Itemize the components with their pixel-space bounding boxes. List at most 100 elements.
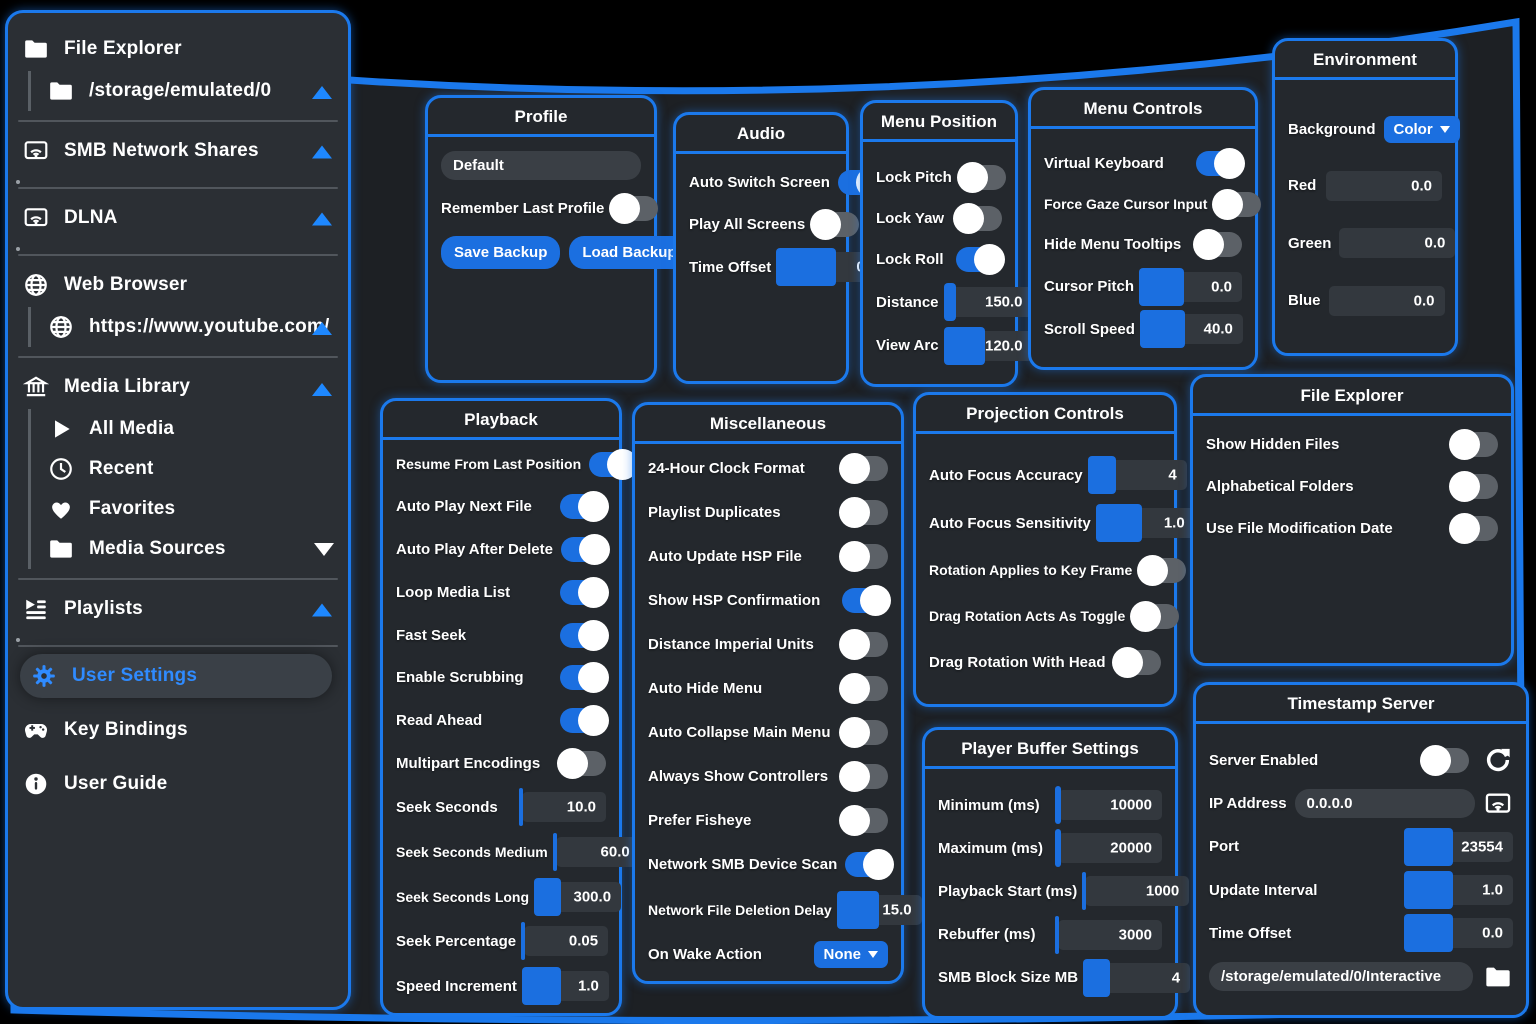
collapse-arrow-icon[interactable] — [312, 146, 332, 159]
rotation-applies-to-key-frame-toggle[interactable] — [1140, 558, 1186, 583]
setting-row: Distance150.0 — [876, 287, 1002, 317]
distance-imperial-units-toggle[interactable] — [842, 632, 888, 657]
sidebar-item-dlna[interactable]: DLNA — [20, 196, 336, 240]
collapse-arrow-icon[interactable] — [312, 383, 332, 396]
sidebar-item-user-settings[interactable]: User Settings — [20, 654, 332, 698]
network-file-deletion-delay-value-field[interactable]: 15.0 — [840, 895, 922, 925]
collapse-arrow-icon[interactable] — [314, 543, 334, 556]
seek-seconds-long-value-field[interactable]: 300.0 — [537, 882, 621, 912]
sidebar-item-favorites[interactable]: Favorites — [45, 489, 336, 529]
lock-roll-toggle[interactable] — [956, 247, 1002, 272]
distance-value-field[interactable]: 150.0 — [947, 287, 1033, 317]
show-hidden-files-toggle[interactable] — [1452, 432, 1498, 457]
sidebar-item-media-library[interactable]: Media Library — [20, 365, 336, 409]
auto-collapse-main-menu-toggle[interactable] — [842, 720, 888, 745]
drag-rotation-acts-as-toggle-toggle[interactable] — [1133, 604, 1179, 629]
panel-player-buffer-settings: Player Buffer SettingsMinimum (ms)10000M… — [922, 727, 1178, 1019]
view-arc-value-field[interactable]: 120.0 — [947, 331, 1033, 361]
sidebar-item-user-guide[interactable]: User Guide — [20, 762, 336, 806]
seek-seconds-value-field[interactable]: 10.0 — [522, 792, 606, 822]
sidebar-item-web-browser[interactable]: Web Browser — [20, 263, 336, 307]
resume-from-last-position-toggle[interactable] — [589, 452, 635, 477]
24-hour-clock-format-toggle[interactable] — [842, 456, 888, 481]
sidebar-item-key-bindings[interactable]: Key Bindings — [20, 708, 336, 752]
auto-hide-menu-toggle[interactable] — [842, 676, 888, 701]
sidebar-item-storage-emulated-0[interactable]: /storage/emulated/0 — [45, 71, 336, 111]
use-file-modification-date-toggle[interactable] — [1452, 516, 1498, 541]
sidebar-item-https-www-youtube-com[interactable]: https://www.youtube.com/ — [45, 307, 336, 347]
red-value-field[interactable]: 0.0 — [1326, 171, 1442, 201]
sidebar-item-smb-network-shares[interactable]: SMB Network Shares — [20, 129, 336, 173]
port-value-field[interactable]: 23554 — [1407, 832, 1513, 862]
sidebar-item-recent[interactable]: Recent — [45, 449, 336, 489]
setting-row: Server Enabled — [1209, 745, 1513, 775]
auto-update-hsp-file-toggle[interactable] — [842, 544, 888, 569]
network-smb-device-scan-toggle[interactable] — [845, 852, 891, 877]
speed-increment-value-field[interactable]: 1.0 — [525, 971, 609, 1001]
sidebar-item-media-sources[interactable]: Media Sources — [45, 529, 336, 569]
folder-icon[interactable] — [1483, 962, 1513, 992]
scroll-speed-value-field[interactable]: 40.0 — [1143, 314, 1243, 344]
value-text: 3000 — [1119, 926, 1152, 943]
maximum-ms-value-field[interactable]: 20000 — [1058, 833, 1162, 863]
refresh-icon[interactable] — [1483, 745, 1513, 775]
minimum-ms-value-field[interactable]: 10000 — [1058, 790, 1162, 820]
loop-media-list-toggle[interactable] — [560, 580, 606, 605]
drag-rotation-with-head-toggle[interactable] — [1115, 650, 1161, 675]
value-slider-fill — [1404, 914, 1453, 952]
read-ahead-toggle[interactable] — [560, 708, 606, 733]
server-enabled-toggle[interactable] — [1423, 748, 1469, 773]
collapse-arrow-icon[interactable] — [312, 86, 332, 99]
fast-seek-toggle[interactable] — [560, 623, 606, 648]
update-interval-value-field[interactable]: 1.0 — [1407, 875, 1513, 905]
setting-label: Rotation Applies to Key Frame — [929, 562, 1132, 578]
playlist-duplicates-toggle[interactable] — [842, 500, 888, 525]
auto-play-next-file-toggle[interactable] — [560, 494, 606, 519]
force-gaze-cursor-input-toggle[interactable] — [1215, 192, 1261, 217]
sidebar-item-file-explorer[interactable]: File Explorer — [20, 27, 336, 71]
alphabetical-folders-toggle[interactable] — [1452, 474, 1498, 499]
value-slider-fill — [1139, 268, 1184, 306]
playback-start-ms-value-field[interactable]: 1000 — [1085, 876, 1189, 906]
enable-scrubbing-toggle[interactable] — [560, 665, 606, 690]
hide-menu-tooltips-toggle[interactable] — [1196, 232, 1242, 257]
ip-address-input[interactable]: 0.0.0.0 — [1295, 789, 1475, 818]
blue-value-field[interactable]: 0.0 — [1329, 286, 1445, 316]
on-wake-action-dropdown[interactable]: None — [814, 941, 889, 968]
panel-title: Timestamp Server — [1196, 685, 1526, 724]
lock-pitch-toggle[interactable] — [960, 165, 1006, 190]
always-show-controllers-toggle[interactable] — [842, 764, 888, 789]
server-path-field[interactable]: /storage/emulated/0/Interactive — [1209, 962, 1473, 991]
toggle-knob — [557, 748, 588, 779]
lock-yaw-toggle[interactable] — [956, 206, 1002, 231]
cursor-pitch-value-field[interactable]: 0.0 — [1142, 272, 1242, 302]
setting-row: Prefer Fisheye — [648, 807, 888, 835]
load-backup-button[interactable]: Load Backup — [569, 236, 689, 269]
play-all-screens-toggle[interactable] — [813, 212, 859, 237]
collapse-arrow-icon[interactable] — [312, 322, 332, 335]
show-hsp-confirmation-toggle[interactable] — [842, 588, 888, 613]
profile-select[interactable]: Default — [441, 151, 641, 180]
collapse-arrow-icon[interactable] — [312, 604, 332, 617]
seek-percentage-value-field[interactable]: 0.05 — [524, 926, 608, 956]
green-value-field[interactable]: 0.0 — [1339, 228, 1455, 258]
setting-label: Fast Seek — [396, 627, 466, 644]
collapse-arrow-icon[interactable] — [312, 213, 332, 226]
sidebar-children: /storage/emulated/0 — [28, 71, 336, 111]
auto-play-after-delete-toggle[interactable] — [561, 537, 607, 562]
auto-focus-accuracy-value-field[interactable]: 4 — [1091, 460, 1187, 490]
prefer-fisheye-toggle[interactable] — [842, 808, 888, 833]
remember-last-profile-toggle[interactable] — [612, 196, 658, 221]
sidebar-item-all-media[interactable]: All Media — [45, 409, 336, 449]
auto-focus-sensitivity-value-field[interactable]: 1.0 — [1099, 508, 1195, 538]
seek-seconds-medium-value-field[interactable]: 60.0 — [556, 837, 640, 867]
background-dropdown[interactable]: Color — [1384, 116, 1460, 143]
smb-block-size-mb-value-field[interactable]: 4 — [1086, 963, 1190, 993]
time-offset-value-field[interactable]: 0.0 — [1407, 918, 1513, 948]
save-backup-button[interactable]: Save Backup — [441, 236, 560, 269]
rebuffer-ms-value-field[interactable]: 3000 — [1058, 920, 1162, 950]
cast-icon[interactable] — [1483, 789, 1513, 819]
virtual-keyboard-toggle[interactable] — [1196, 151, 1242, 176]
sidebar-item-playlists[interactable]: Playlists — [20, 587, 336, 631]
multipart-encodings-toggle[interactable] — [560, 751, 606, 776]
